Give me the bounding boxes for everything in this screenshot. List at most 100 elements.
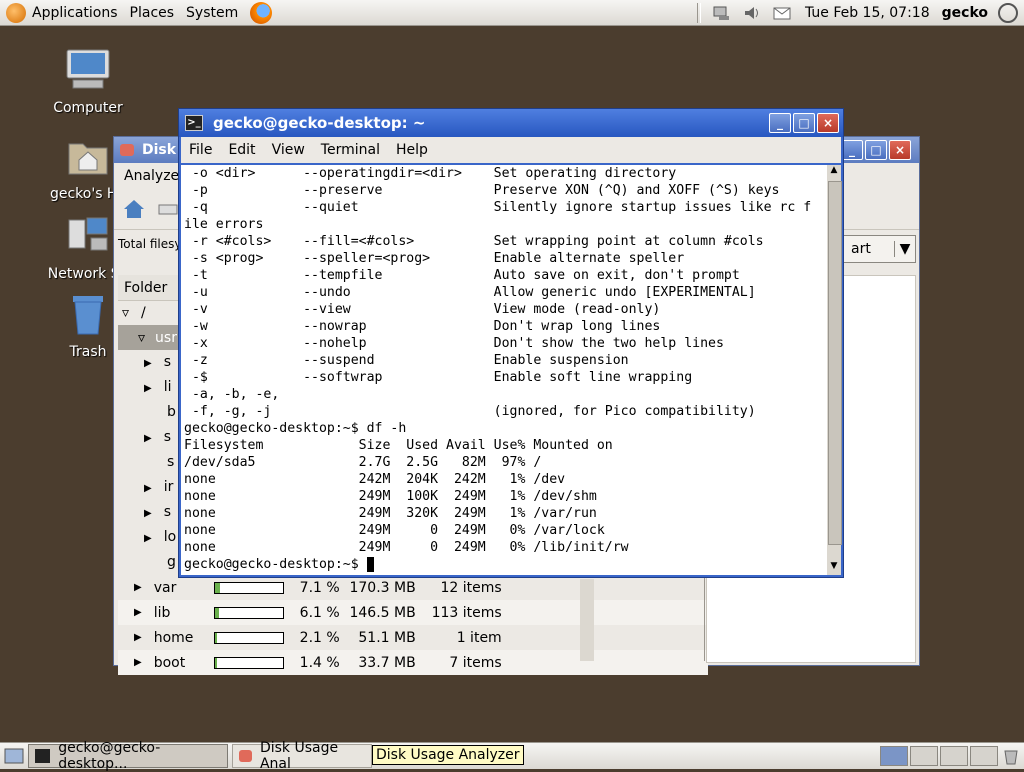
terminal-line: none 249M 0 249M 0% /var/lock xyxy=(184,523,605,538)
minimize-button[interactable]: _ xyxy=(841,140,863,160)
usage-percent: 2.1 % xyxy=(299,629,340,646)
menu-help[interactable]: Help xyxy=(388,142,436,158)
power-icon[interactable] xyxy=(998,2,1018,23)
expander-icon[interactable]: ▿ xyxy=(138,330,145,346)
terminal-line: -s <prog> --speller=<prog> Enable altern… xyxy=(184,251,685,266)
terminal-line: -f, -g, -j (ignored, for Pico compatibil… xyxy=(184,404,756,419)
usage-percent: 1.4 % xyxy=(299,654,340,671)
usage-percent: 6.1 % xyxy=(299,604,340,621)
terminal-window[interactable]: >_ gecko@gecko-desktop: ~ _ □ × File Edi… xyxy=(178,108,844,578)
close-button[interactable]: × xyxy=(889,140,911,160)
maximize-button[interactable]: □ xyxy=(793,113,815,133)
user-switcher[interactable]: gecko xyxy=(938,5,992,21)
chevron-down-icon: ▼ xyxy=(894,241,915,257)
home-folder-icon xyxy=(68,143,108,175)
terminal-line: -v --view View mode (read-only) xyxy=(184,302,661,317)
network-icon[interactable] xyxy=(713,5,731,21)
workspace-1[interactable] xyxy=(880,746,908,766)
folder-row[interactable]: ▶ lib 6.1 % 146.5 MB 113 items xyxy=(118,600,708,625)
workspace-3[interactable] xyxy=(940,746,968,766)
clock[interactable]: Tue Feb 15, 07:18 xyxy=(797,5,938,21)
scroll-down-icon[interactable]: ▼ xyxy=(827,561,841,575)
network-servers-icon xyxy=(68,217,108,251)
folder-size: 146.5 MB xyxy=(349,604,416,621)
system-menu[interactable]: System xyxy=(180,5,244,21)
terminal-line: -t --tempfile Auto save on exit, don't p… xyxy=(184,268,740,283)
terminal-line: none 249M 0 249M 0% /lib/init/rw xyxy=(184,540,629,555)
usage-bar xyxy=(213,656,284,669)
terminal-line: -q --quiet Silently ignore startup issue… xyxy=(184,200,812,215)
usage-bar xyxy=(213,581,284,594)
terminal-scrollbar[interactable]: ▲ ▼ xyxy=(827,165,842,575)
home-icon[interactable] xyxy=(122,197,146,221)
terminal-line: none 249M 320K 249M 1% /var/run xyxy=(184,506,597,521)
terminal-menubar: File Edit View Terminal Help xyxy=(181,137,841,163)
scroll-thumb[interactable] xyxy=(828,181,842,545)
expander-icon[interactable]: ▶ xyxy=(134,582,142,593)
terminal-line: -u --undo Allow generic undo [EXPERIMENT… xyxy=(184,285,756,300)
terminal-titlebar[interactable]: >_ gecko@gecko-desktop: ~ _ □ × xyxy=(179,109,843,137)
terminal-line: none 242M 204K 242M 1% /dev xyxy=(184,472,566,487)
expander-icon[interactable]: ▶ xyxy=(134,657,142,668)
analyzer-menu[interactable]: Analyze xyxy=(124,168,179,184)
folder-name: home xyxy=(153,629,194,646)
terminal-line: -p --preserve Preserve XON (^Q) and XOFF… xyxy=(184,183,780,198)
terminal-line: Filesystem Size Used Avail Use% Mounted … xyxy=(184,438,613,453)
show-desktop-icon[interactable] xyxy=(4,747,24,765)
menu-file[interactable]: File xyxy=(181,142,220,158)
folder-row[interactable]: ▶ boot 1.4 % 33.7 MB 7 items xyxy=(118,650,708,675)
trash-applet-icon[interactable] xyxy=(1002,747,1020,765)
trash-icon xyxy=(73,296,103,335)
folder-name: var xyxy=(153,579,177,596)
terminal-line: gecko@gecko-desktop:~$ df -h xyxy=(184,421,407,436)
terminal-output[interactable]: -o <dir> --operatingdir=<dir> Set operat… xyxy=(181,165,828,575)
folder-name: boot xyxy=(153,654,186,671)
expander-icon[interactable]: ▶ xyxy=(134,632,142,643)
menu-edit[interactable]: Edit xyxy=(220,142,263,158)
terminal-line: -a, -b, -e, xyxy=(184,387,280,402)
taskbar-disk-usage[interactable]: Disk Usage Anal xyxy=(232,740,372,772)
expander-icon[interactable]: ▶ xyxy=(134,607,142,618)
terminal-line: -o <dir> --operatingdir=<dir> Set operat… xyxy=(184,166,677,181)
workspace-2[interactable] xyxy=(910,746,938,766)
tooltip: Disk Usage Analyzer xyxy=(372,745,524,765)
folder-row[interactable]: ▶ var 7.1 % 170.3 MB 12 items xyxy=(118,575,708,600)
terminal-title: gecko@gecko-desktop: ~ xyxy=(213,114,426,132)
terminal-line: -r <#cols> --fill=<#cols> Set wrapping p… xyxy=(184,234,764,249)
gnome-foot-icon xyxy=(6,2,26,23)
folder-name: lib xyxy=(153,604,171,621)
dua-app-icon xyxy=(120,144,134,156)
system-tray: Tue Feb 15, 07:18 gecko xyxy=(691,0,1024,25)
folder-row[interactable]: ▶ home 2.1 % 51.1 MB 1 item xyxy=(118,625,708,650)
taskbar-terminal[interactable]: gecko@gecko-desktop... xyxy=(28,740,228,772)
terminal-line: -$ --softwrap Enable soft line wrapping xyxy=(184,370,693,385)
terminal-line: -w --nowrap Don't wrap long lines xyxy=(184,319,661,334)
mail-icon[interactable] xyxy=(773,5,791,21)
computer-icon xyxy=(66,49,110,89)
minimize-button[interactable]: _ xyxy=(769,113,791,133)
firefox-launcher-icon[interactable] xyxy=(250,1,273,24)
desktop-computer[interactable]: Computer xyxy=(40,48,136,116)
close-button[interactable]: × xyxy=(817,113,839,133)
dua-task-icon xyxy=(239,750,252,762)
scroll-up-icon[interactable]: ▲ xyxy=(827,165,841,179)
folder-size: 33.7 MB xyxy=(358,654,416,671)
item-count: 1 item xyxy=(456,629,502,646)
drive-icon[interactable] xyxy=(156,197,180,221)
volume-icon[interactable] xyxy=(743,5,761,21)
menu-view[interactable]: View xyxy=(264,142,313,158)
terminal-task-icon xyxy=(35,749,51,763)
terminal-cursor xyxy=(366,557,374,572)
maximize-button[interactable]: □ xyxy=(865,140,887,160)
expander-icon[interactable]: ▿ xyxy=(122,305,129,321)
places-menu[interactable]: Places xyxy=(124,5,181,21)
chart-type-label: art xyxy=(851,241,871,257)
folder-size: 51.1 MB xyxy=(358,629,416,646)
folder-size: 170.3 MB xyxy=(349,579,416,596)
menu-terminal[interactable]: Terminal xyxy=(313,142,388,158)
workspace-4[interactable] xyxy=(970,746,998,766)
usage-bar xyxy=(213,631,284,644)
terminal-line: -x --nohelp Don't show the two help line… xyxy=(184,336,724,351)
applications-menu[interactable]: Applications xyxy=(26,5,124,21)
dua-scrollbar[interactable] xyxy=(580,579,594,661)
